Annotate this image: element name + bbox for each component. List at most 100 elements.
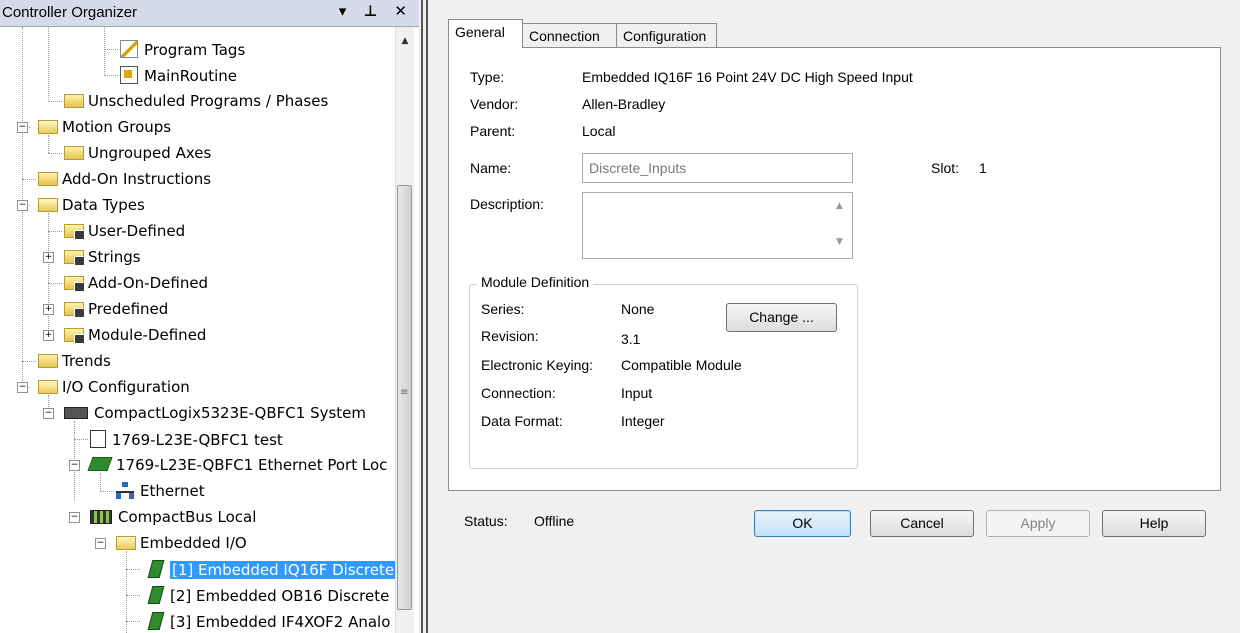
tree-item-controller[interactable]: 1769-L23E-QBFC1 test bbox=[90, 427, 283, 451]
parent-value: Local bbox=[582, 123, 616, 139]
status-value: Offline bbox=[534, 513, 575, 529]
change-button[interactable]: Change ... bbox=[726, 303, 837, 332]
tree-item-embedded-iq16f[interactable]: [1] Embedded IQ16F Discrete bbox=[147, 557, 396, 581]
tree-item-module-defined[interactable]: Module-Defined bbox=[64, 323, 206, 347]
chassis-icon bbox=[64, 407, 88, 419]
folder-icon bbox=[64, 146, 84, 160]
tree-scrollbar[interactable]: ▲ ≡ bbox=[395, 27, 414, 633]
scroll-down-arrow-icon[interactable]: ▼ bbox=[836, 237, 843, 247]
organizer-window-buttons[interactable]: ▾ ⊥ ✕ bbox=[339, 2, 413, 20]
tree-item-user-defined[interactable]: User-Defined bbox=[64, 219, 185, 243]
grip-icon: ≡ bbox=[400, 387, 409, 398]
module-icon bbox=[147, 612, 165, 630]
name-label: Name: bbox=[470, 160, 512, 176]
cancel-button[interactable]: Cancel bbox=[870, 510, 974, 537]
tree-item-embedded-io[interactable]: Embedded I/O bbox=[116, 531, 247, 555]
network-icon bbox=[116, 482, 134, 499]
organizer-header: Controller Organizer ▾ ⊥ ✕ bbox=[0, 0, 419, 27]
description-field[interactable] bbox=[582, 192, 853, 259]
expander-strings[interactable]: + bbox=[43, 252, 54, 263]
folder-icon bbox=[38, 172, 58, 186]
pencil-icon bbox=[120, 40, 138, 58]
ok-button[interactable]: OK bbox=[754, 510, 851, 537]
series-value: None bbox=[621, 301, 655, 317]
tree-item-ungrouped-axes[interactable]: Ungrouped Axes bbox=[64, 141, 211, 165]
parent-label: Parent: bbox=[470, 123, 516, 139]
tree-item-ethernet[interactable]: Ethernet bbox=[116, 479, 205, 503]
series-label: Series: bbox=[481, 301, 525, 317]
expander-embedded-io[interactable]: − bbox=[95, 538, 106, 549]
tree-item-strings[interactable]: Strings bbox=[64, 245, 141, 269]
folder-open-icon bbox=[38, 380, 58, 394]
tree-item-data-types[interactable]: Data Types bbox=[38, 193, 145, 217]
tab-configuration[interactable]: Configuration bbox=[616, 23, 717, 47]
bus-icon bbox=[90, 510, 112, 524]
expander-system[interactable]: − bbox=[43, 408, 54, 419]
status-label: Status: bbox=[464, 513, 508, 529]
tree-item-predefined[interactable]: Predefined bbox=[64, 297, 168, 321]
folder-open-icon bbox=[38, 120, 58, 134]
help-button[interactable]: Help bbox=[1102, 510, 1206, 537]
folder-open-icon bbox=[38, 198, 58, 212]
description-scrollbar[interactable]: ▲ ▼ bbox=[833, 195, 849, 255]
tab-connection[interactable]: Connection bbox=[522, 23, 617, 47]
scroll-up-arrow-icon[interactable]: ▲ bbox=[836, 201, 843, 211]
tree-item-embedded-ob16[interactable]: [2] Embedded OB16 Discrete bbox=[147, 583, 389, 607]
tree-item-ethernet-port[interactable]: 1769-L23E-QBFC1 Ethernet Port Loc bbox=[87, 453, 387, 477]
tree-item-motion-groups[interactable]: Motion Groups bbox=[38, 115, 171, 139]
module-definition-title: Module Definition bbox=[477, 274, 594, 290]
folder-icon bbox=[38, 354, 58, 368]
tree-item-main-routine[interactable]: MainRoutine bbox=[120, 63, 237, 87]
name-field[interactable]: Discrete_Inputs bbox=[582, 153, 853, 183]
scrollbar-thumb[interactable]: ≡ bbox=[397, 185, 412, 610]
expander-io-configuration[interactable]: − bbox=[17, 382, 28, 393]
apply-button[interactable]: Apply bbox=[986, 510, 1090, 537]
tree-item-unscheduled-programs[interactable]: Unscheduled Programs / Phases bbox=[64, 89, 328, 113]
datatype-icon bbox=[64, 224, 85, 240]
revision-label: Revision: bbox=[481, 328, 539, 344]
datatype-icon bbox=[64, 250, 85, 266]
module-icon bbox=[147, 560, 165, 578]
expander-compactbus[interactable]: − bbox=[69, 512, 80, 523]
vendor-value: Allen-Bradley bbox=[582, 96, 666, 112]
tree-item-io-configuration[interactable]: I/O Configuration bbox=[38, 375, 190, 399]
expander-predefined[interactable]: + bbox=[43, 304, 54, 315]
module-properties: General Connection Configuration Type: E… bbox=[433, 0, 1240, 633]
tree-item-add-on-defined[interactable]: Add-On-Defined bbox=[64, 271, 208, 295]
controller-icon bbox=[90, 430, 106, 448]
revision-value: 3.1 bbox=[621, 331, 641, 347]
routine-icon bbox=[120, 66, 138, 84]
pane-splitter[interactable] bbox=[419, 0, 433, 633]
folder-open-icon bbox=[116, 536, 136, 550]
module-icon bbox=[147, 586, 165, 604]
tree-item-add-on-instructions[interactable]: Add-On Instructions bbox=[38, 167, 211, 191]
connection-label: Connection: bbox=[481, 385, 556, 401]
connection-value: Input bbox=[621, 385, 653, 401]
electronic-keying-value: Compatible Module bbox=[621, 357, 742, 373]
datatype-icon bbox=[64, 276, 85, 292]
slot-label: Slot: bbox=[931, 160, 960, 176]
datatype-icon bbox=[64, 302, 85, 318]
tree-item-program-tags[interactable]: Program Tags bbox=[120, 37, 245, 61]
expander-motion-groups[interactable]: − bbox=[17, 122, 28, 133]
data-format-value: Integer bbox=[621, 413, 665, 429]
datatype-icon bbox=[64, 328, 85, 344]
expander-module-defined[interactable]: + bbox=[43, 330, 54, 341]
data-format-label: Data Format: bbox=[481, 413, 563, 429]
tree-item-trends[interactable]: Trends bbox=[38, 349, 111, 373]
scroll-up-arrow-icon[interactable]: ▲ bbox=[396, 33, 414, 49]
organizer-tree[interactable]: − − + + + − − − − − Program Tags MainRou… bbox=[0, 27, 396, 633]
description-label: Description: bbox=[470, 196, 544, 212]
electronic-keying-label: Electronic Keying: bbox=[481, 357, 594, 373]
type-label: Type: bbox=[470, 69, 505, 85]
tree-item-embedded-if4xof2[interactable]: [3] Embedded IF4XOF2 Analo bbox=[147, 609, 390, 633]
ethernet-module-icon bbox=[87, 457, 113, 471]
slot-value: 1 bbox=[979, 160, 987, 176]
tree-item-compactlogix-system[interactable]: CompactLogix5323E-QBFC1 System bbox=[64, 401, 366, 425]
expander-ethernet-port[interactable]: − bbox=[69, 460, 80, 471]
tree-item-compactbus-local[interactable]: CompactBus Local bbox=[90, 505, 256, 529]
folder-icon bbox=[64, 94, 84, 108]
organizer-title: Controller Organizer bbox=[2, 4, 138, 21]
tab-general[interactable]: General bbox=[448, 19, 523, 48]
expander-data-types[interactable]: − bbox=[17, 200, 28, 211]
